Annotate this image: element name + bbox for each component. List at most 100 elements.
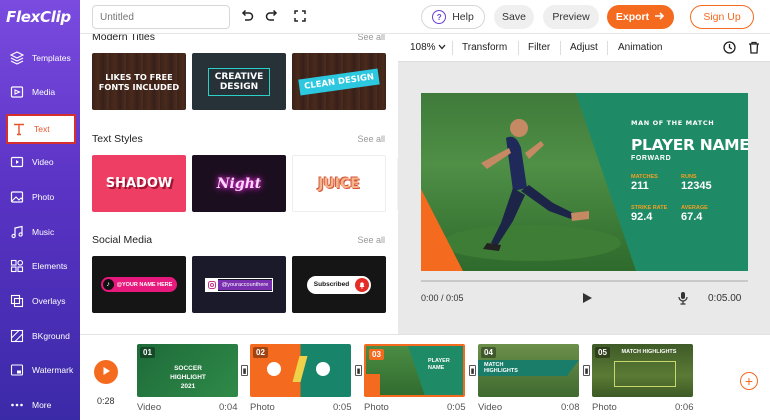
sidebar-item-watermark[interactable]: Watermark <box>6 355 76 385</box>
zoom-select[interactable]: 108% <box>410 42 446 53</box>
timeline-play-button[interactable] <box>94 360 118 384</box>
trash-icon[interactable] <box>748 41 760 57</box>
sidebar-item-video[interactable]: Video <box>6 147 76 177</box>
animation-button[interactable]: Animation <box>618 42 662 53</box>
plus-icon: + <box>744 373 754 389</box>
app-logo[interactable]: FlexClip <box>6 8 76 28</box>
zoom-value: 108% <box>410 42 436 53</box>
clip-number: 01 <box>140 347 155 358</box>
progress-track[interactable] <box>421 280 748 282</box>
text-template-thumb[interactable]: CREATIVE DESIGN <box>192 53 286 110</box>
sidebar-item-label: Elements <box>32 261 68 271</box>
clip-number: 05 <box>595 347 610 358</box>
text-template-thumb[interactable]: LIKES TO FREE FONTS INCLUDED <box>92 53 186 110</box>
stat-value: 211 <box>631 180 649 192</box>
tiktok-icon: ♪ <box>102 279 114 290</box>
more-icon <box>9 397 25 413</box>
microphone-icon[interactable] <box>677 291 689 308</box>
clip-orange <box>366 374 380 395</box>
sidebar-item-label: Video <box>32 157 54 167</box>
timeline-total-duration: 0:28 <box>97 396 115 406</box>
timeline-clip[interactable]: 04 MATCH HIGHLIGHTS <box>478 344 579 397</box>
see-all-link[interactable]: See all <box>357 235 385 245</box>
redo-icon[interactable] <box>264 8 280 24</box>
timeline-clip-selected[interactable]: 03 PLAYER NAME <box>364 344 465 397</box>
sidebar-item-media[interactable]: Media <box>6 77 76 107</box>
sidebar-item-label: Templates <box>32 53 71 63</box>
see-all-link[interactable]: See all <box>357 134 385 144</box>
transition-icon[interactable]: ▮ <box>469 365 476 376</box>
sidebar-item-label: More <box>32 400 52 410</box>
sidebar-item-overlays[interactable]: Overlays <box>6 286 76 316</box>
filter-button[interactable]: Filter <box>528 42 550 53</box>
stat: AVERAGE 67.4 <box>681 205 708 223</box>
timeline-clip[interactable]: 01 SOCCER HIGHLIGHT 2021 <box>137 344 238 397</box>
play-icon <box>101 366 111 379</box>
play-icon[interactable] <box>581 292 593 307</box>
top-bar: ? Help Save Preview Export Sign Up <box>80 0 770 34</box>
clock-icon[interactable] <box>723 41 736 57</box>
timeline-clip[interactable]: 05 MATCH HIGHLIGHTS <box>592 344 693 397</box>
sidebar-item-more[interactable]: More <box>6 390 76 420</box>
thumb-text: FONTS INCLUDED <box>98 81 180 92</box>
thumb-text: Night <box>216 175 262 192</box>
adjust-button[interactable]: Adjust <box>570 42 598 53</box>
video-icon <box>9 154 25 170</box>
social-media-thumb[interactable]: Subscribed <box>292 256 386 313</box>
sidebar-item-bkground[interactable]: BKground <box>6 321 76 351</box>
current-time: 0:00 / 0:05 <box>421 293 464 303</box>
divider <box>452 41 453 55</box>
fullscreen-icon[interactable] <box>292 8 308 24</box>
scene-canvas[interactable]: MAN OF THE MATCH PLAYER NAME FORWARD MAT… <box>421 93 748 271</box>
export-label: Export <box>615 11 650 23</box>
help-icon: ? <box>432 10 447 24</box>
sidebar-item-label: Overlays <box>32 296 66 306</box>
clip-type: Video <box>478 402 503 413</box>
section-title-modern-titles: Modern Titles <box>92 34 156 43</box>
text-template-thumb[interactable]: CLEAN DESIGN <box>292 53 386 110</box>
sidebar-item-music[interactable]: Music <box>6 217 76 247</box>
text-style-thumb[interactable]: JUICE <box>292 155 386 212</box>
clip-duration: 0:06 <box>675 402 694 413</box>
see-all-link[interactable]: See all <box>357 34 385 42</box>
social-media-thumb[interactable]: ♪ @YOUR NAME HERE <box>92 256 186 313</box>
transition-icon[interactable]: ▮ <box>241 365 248 376</box>
clip-type: Photo <box>364 402 389 413</box>
player-controls: 0:00 / 0:05 0:05.00 <box>398 280 770 334</box>
scene-stats: MATCHES 211 RUNS 12345 STRIKE RATE 92.4 … <box>631 174 743 234</box>
export-button[interactable]: Export <box>607 5 674 29</box>
thumb-text: CREATIVE <box>214 71 264 82</box>
transition-icon[interactable]: ▮ <box>355 365 362 376</box>
sidebar-item-text[interactable]: Text <box>6 114 76 144</box>
signup-button[interactable]: Sign Up <box>690 5 754 29</box>
elements-icon <box>9 258 25 274</box>
transform-button[interactable]: Transform <box>462 42 507 53</box>
preview-button[interactable]: Preview <box>543 5 599 29</box>
undo-icon[interactable] <box>239 8 255 24</box>
sidebar-item-elements[interactable]: Elements <box>6 251 76 281</box>
arrow-right-icon <box>654 11 665 24</box>
total-time: 0:05.00 <box>708 293 742 304</box>
text-style-thumb[interactable]: Night <box>192 155 286 212</box>
overlays-icon <box>9 293 25 309</box>
help-button[interactable]: ? Help <box>421 5 485 29</box>
sidebar-item-label: Music <box>32 227 55 237</box>
editor-toolbar: 108% Transform Filter Adjust Animation <box>398 34 770 62</box>
social-media-thumb[interactable]: @yourаccounthere <box>192 256 286 313</box>
add-scene-button[interactable]: + <box>740 372 758 390</box>
sidebar-item-photo[interactable]: Photo <box>6 182 76 212</box>
transition-icon[interactable]: ▮ <box>583 365 590 376</box>
save-button[interactable]: Save <box>494 5 534 29</box>
sidebar-item-label: Photo <box>32 192 55 202</box>
watermark-icon <box>9 362 25 378</box>
music-icon <box>9 224 25 240</box>
sidebar-item-label: Watermark <box>32 365 74 375</box>
text-style-thumb[interactable]: SHADOW <box>92 155 186 212</box>
photo-icon <box>9 189 25 205</box>
bell-icon <box>355 277 370 292</box>
project-title-input[interactable] <box>92 5 230 29</box>
sidebar-item-templates[interactable]: Templates <box>6 43 76 73</box>
timeline-clip[interactable]: 02 <box>250 344 351 397</box>
clip-duration: 0:04 <box>219 402 238 413</box>
preview-label: Preview <box>552 11 590 23</box>
